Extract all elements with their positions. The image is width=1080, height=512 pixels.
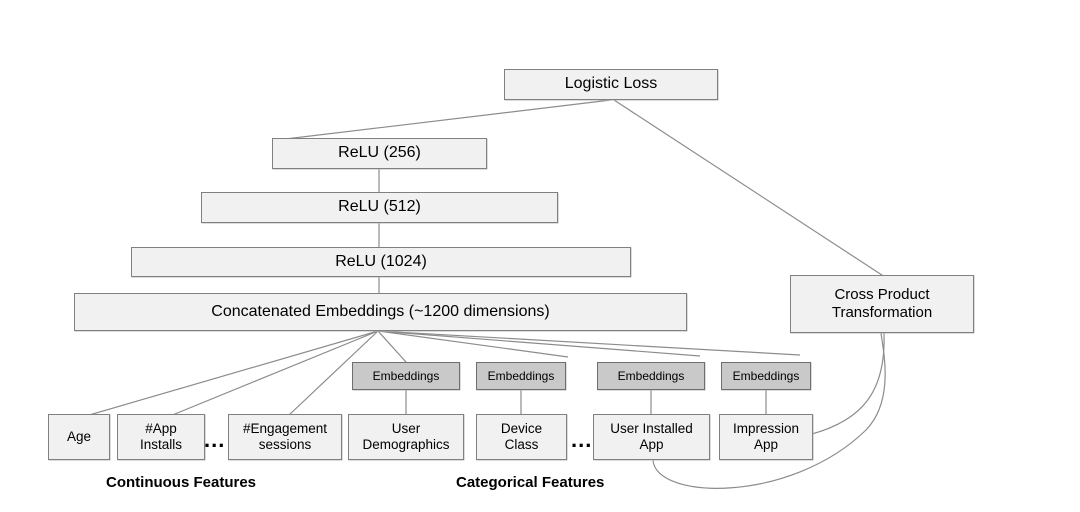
edge-concat-to-embedding-3 <box>377 330 701 357</box>
node-cross-product-transformation-label: Cross Product Transformation <box>831 286 933 321</box>
node-logistic-loss-label: Logistic Loss <box>564 75 658 93</box>
embedding-box-3-label: Embeddings <box>617 368 685 383</box>
feature-box-user-installed-app[interactable]: User Installed App <box>593 414 710 460</box>
edge-impression-app-to-cross-product <box>811 332 885 435</box>
embedding-box-4[interactable]: Embeddings <box>721 362 811 390</box>
node-relu-1024[interactable]: ReLU (1024) <box>131 247 631 277</box>
edge-concat-to-embedding-4 <box>377 330 801 356</box>
diagram-canvas: Logistic Loss ReLU (256) ReLU (512) ReLU… <box>0 0 1080 512</box>
node-cross-product-transformation[interactable]: Cross Product Transformation <box>790 275 974 333</box>
node-relu-512[interactable]: ReLU (512) <box>201 192 558 223</box>
embedding-box-1[interactable]: Embeddings <box>352 362 460 390</box>
feature-box-age[interactable]: Age <box>48 414 110 460</box>
node-relu-256[interactable]: ReLU (256) <box>272 138 487 169</box>
edge-loss-to-cross-product <box>613 99 889 280</box>
edge-concat-to-age <box>78 330 379 419</box>
node-relu-1024-label: ReLU (1024) <box>335 252 427 270</box>
feature-box-impression-app[interactable]: Impression App <box>719 414 813 460</box>
categorical-features-ellipsis: ... <box>571 427 593 452</box>
feature-box-impression-app-label: Impression App <box>732 421 800 452</box>
group-label-categorical-features: Categorical Features <box>456 474 605 491</box>
edge-user-installed-app-to-cross-product <box>652 332 886 489</box>
embedding-box-4-label: Embeddings <box>732 368 800 383</box>
node-relu-512-label: ReLU (512) <box>338 198 421 216</box>
feature-box-device-class[interactable]: Device Class <box>476 414 567 460</box>
embedding-box-1-label: Embeddings <box>372 368 440 383</box>
feature-box-user-installed-app-label: User Installed App <box>610 421 693 452</box>
node-concatenated-embeddings[interactable]: Concatenated Embeddings (~1200 dimension… <box>74 293 687 331</box>
feature-box-app-installs-label: #App Installs <box>139 421 183 452</box>
edge-concat-to-app-installs <box>169 330 379 417</box>
node-concatenated-embeddings-label: Concatenated Embeddings (~1200 dimension… <box>211 302 550 320</box>
feature-box-app-installs[interactable]: #App Installs <box>117 414 205 460</box>
edge-concat-to-embedding-2 <box>377 330 569 358</box>
feature-box-user-demographics-label: User Demographics <box>362 421 450 452</box>
feature-box-age-label: Age <box>66 429 92 445</box>
continuous-features-ellipsis: ... <box>204 427 226 452</box>
node-relu-256-label: ReLU (256) <box>338 144 421 162</box>
feature-box-device-class-label: Device Class <box>500 421 543 452</box>
embedding-box-2[interactable]: Embeddings <box>476 362 566 390</box>
feature-box-engagement-sessions[interactable]: #Engagement sessions <box>228 414 342 460</box>
edge-loss-to-relu256 <box>276 99 612 141</box>
embedding-box-2-label: Embeddings <box>487 368 555 383</box>
group-label-continuous-features: Continuous Features <box>106 474 257 491</box>
embedding-box-3[interactable]: Embeddings <box>597 362 705 390</box>
feature-box-user-demographics[interactable]: User Demographics <box>348 414 464 460</box>
feature-box-engagement-sessions-label: #Engagement sessions <box>242 421 328 452</box>
edge-concat-to-embedding-1 <box>377 330 407 363</box>
node-logistic-loss[interactable]: Logistic Loss <box>504 69 718 100</box>
